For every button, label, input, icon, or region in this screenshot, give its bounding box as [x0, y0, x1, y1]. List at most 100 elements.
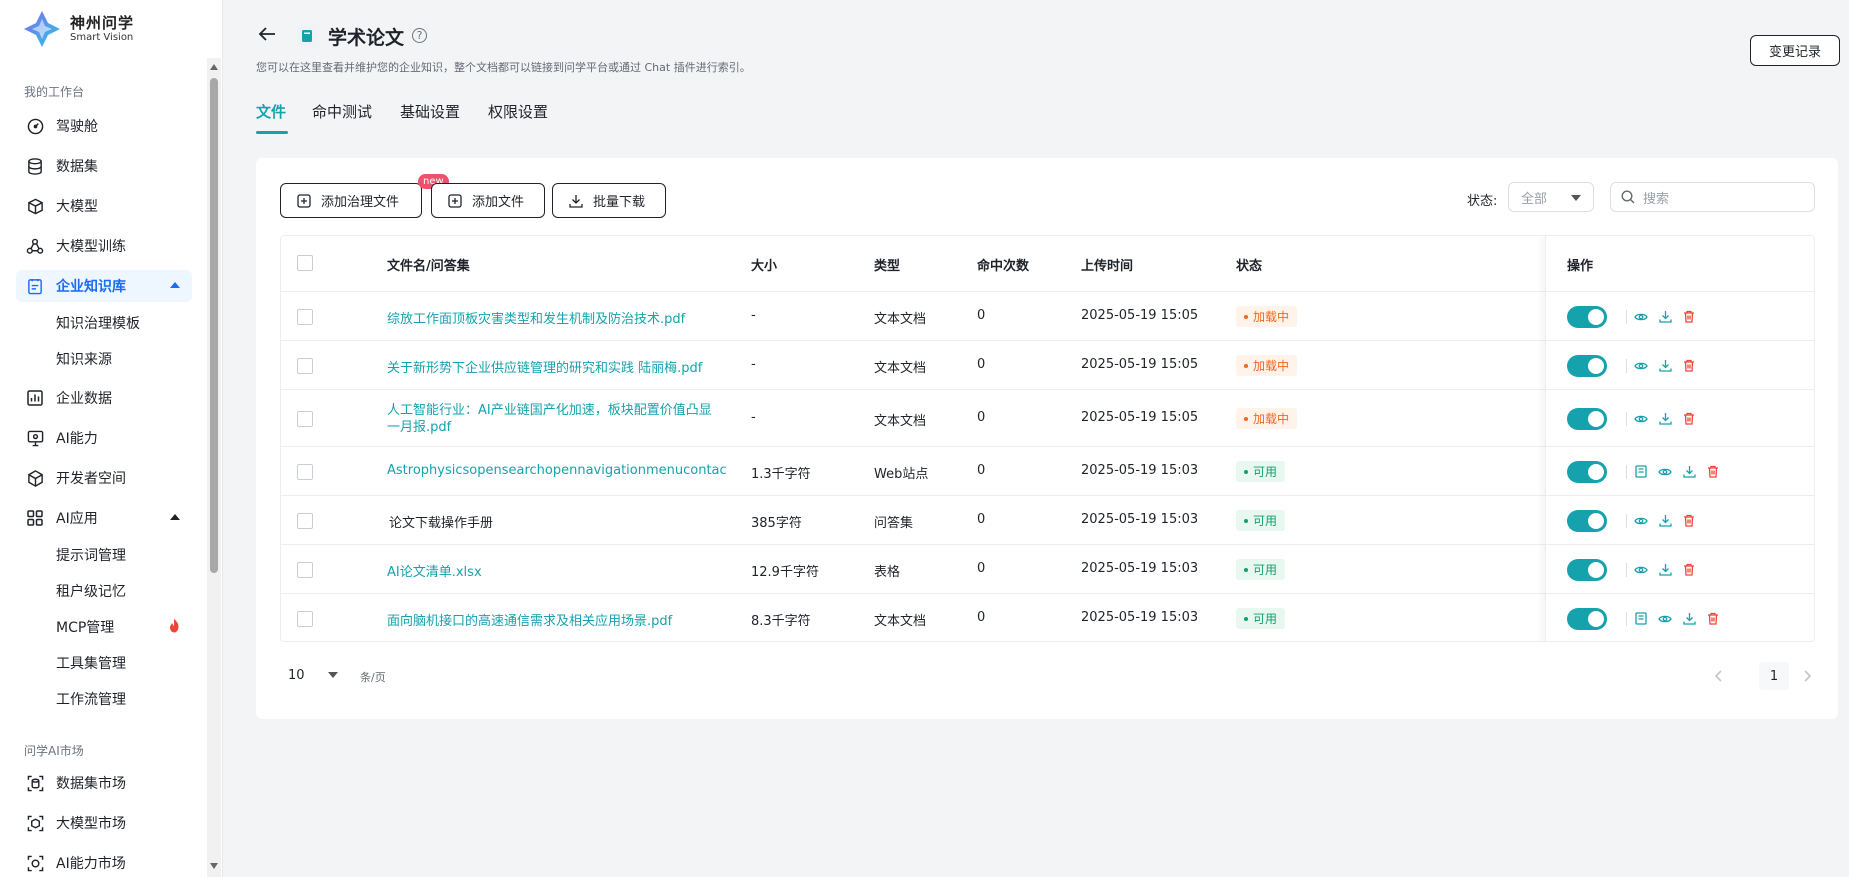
hit-count: 0 — [977, 307, 986, 323]
row-checkbox[interactable] — [297, 308, 313, 325]
delete-icon[interactable] — [1681, 309, 1697, 325]
view-icon[interactable] — [1633, 562, 1649, 578]
batch-download-button[interactable]: 批量下载 — [552, 183, 666, 218]
sidebar-item-label: 大模型市场 — [56, 816, 126, 832]
download-icon[interactable] — [1657, 309, 1673, 325]
delete-icon[interactable] — [1705, 464, 1721, 480]
brand-logo[interactable]: 神州问学 Smart Vision — [22, 8, 134, 50]
page-size-select[interactable]: 10 — [280, 661, 344, 689]
view-icon[interactable] — [1633, 358, 1649, 374]
download-icon[interactable] — [1681, 611, 1697, 627]
file-name-link[interactable]: 关于新形势下企业供应链管理的研究和实践 陆丽梅.pdf — [387, 357, 702, 376]
download-icon[interactable] — [1681, 464, 1697, 480]
enable-toggle[interactable] — [1567, 558, 1607, 581]
sidebar-item-ability-market[interactable]: AI能力市场 — [16, 847, 192, 877]
ability-market-icon — [26, 854, 44, 872]
scroll-down-icon[interactable] — [210, 863, 218, 869]
status-filter-select[interactable]: 全部 — [1508, 182, 1594, 212]
upload-time: 2025-05-19 15:03 — [1081, 560, 1199, 576]
sidebar-subitem-tenant-memory[interactable]: 租户级记忆 — [56, 581, 126, 601]
enable-toggle[interactable] — [1567, 509, 1607, 532]
sidebar-item-developer-space[interactable]: 开发者空间 — [16, 462, 192, 494]
file-name-link[interactable]: AI论文清单.xlsx — [387, 561, 482, 580]
delete-icon[interactable] — [1681, 562, 1697, 578]
file-name-link[interactable]: 人工智能行业：AI产业链国产化加速，板块配置价值凸显 一月报.pdf — [387, 402, 712, 436]
sidebar-item-model-market[interactable]: 大模型市场 — [16, 807, 192, 839]
download-icon[interactable] — [1657, 513, 1673, 529]
view-icon[interactable] — [1657, 611, 1673, 627]
download-icon[interactable] — [1657, 411, 1673, 427]
add-file-button[interactable]: 添加文件 — [431, 183, 545, 218]
back-arrow-icon[interactable] — [258, 26, 276, 47]
edit-icon[interactable] — [1633, 611, 1649, 627]
row-checkbox[interactable] — [297, 561, 313, 578]
view-icon[interactable] — [1633, 513, 1649, 529]
enable-toggle[interactable] — [1567, 460, 1607, 483]
next-page-icon[interactable] — [1804, 668, 1812, 686]
delete-icon[interactable] — [1681, 358, 1697, 374]
row-checkbox[interactable] — [297, 410, 313, 427]
scroll-up-icon[interactable] — [210, 64, 218, 70]
status-dot — [1244, 470, 1248, 474]
sidebar-item-knowledge-base[interactable]: 企业知识库 — [16, 270, 192, 302]
sidebar-item-enterprise-data[interactable]: 企业数据 — [16, 382, 192, 414]
file-name-link[interactable]: 面向脑机接口的高速通信需求及相关应用场景.pdf — [387, 610, 672, 629]
edit-icon[interactable] — [1633, 464, 1649, 480]
sidebar-item-ai-ability[interactable]: AI能力 — [16, 422, 192, 454]
row-checkbox[interactable] — [297, 512, 313, 529]
sidebar-item-dashboard[interactable]: 驾驶舱 — [16, 110, 192, 142]
sidebar-item-label: AI应用 — [56, 511, 98, 527]
row-checkbox[interactable] — [297, 463, 313, 480]
sidebar-subitem-mcp-management[interactable]: MCP管理 — [56, 617, 114, 637]
sidebar-item-label: AI能力 — [56, 431, 98, 447]
enable-toggle[interactable] — [1567, 607, 1607, 630]
download-icon[interactable] — [1657, 358, 1673, 374]
page-number-current[interactable]: 1 — [1759, 662, 1789, 690]
help-icon[interactable]: ? — [412, 28, 427, 43]
tab-permission-settings[interactable]: 权限设置 — [488, 101, 548, 122]
tab-files[interactable]: 文件 — [256, 101, 286, 122]
select-all-checkbox[interactable] — [297, 255, 313, 271]
status-text: 加载中 — [1253, 411, 1290, 426]
sidebar-item-dataset[interactable]: 数据集 — [16, 150, 192, 182]
sidebar-subitem-workflow-management[interactable]: 工作流管理 — [56, 689, 126, 709]
scrollbar-thumb[interactable] — [210, 78, 218, 573]
enable-toggle[interactable] — [1567, 305, 1607, 328]
sidebar-item-label: 企业知识库 — [56, 279, 126, 295]
view-icon[interactable] — [1633, 309, 1649, 325]
caret-down-icon — [1571, 195, 1581, 201]
file-name-line: 人工智能行业：AI产业链国产化加速，板块配置价值凸显 — [387, 402, 712, 418]
file-name-link[interactable]: Astrophysicsopensearchopennavigationmenu… — [387, 463, 727, 478]
sidebar-item-model[interactable]: 大模型 — [16, 190, 192, 222]
search-input[interactable]: 搜索 — [1610, 182, 1815, 212]
enable-toggle[interactable] — [1567, 354, 1607, 377]
sidebar-subitem-governance-template[interactable]: 知识治理模板 — [56, 313, 140, 333]
sidebar-item-ai-apps[interactable]: AI应用 — [16, 502, 192, 534]
sidebar-item-model-training[interactable]: 大模型训练 — [16, 230, 192, 262]
view-icon[interactable] — [1657, 464, 1673, 480]
tab-basic-settings[interactable]: 基础设置 — [400, 101, 460, 122]
sidebar-scrollbar[interactable] — [207, 58, 221, 877]
database-icon — [26, 157, 44, 175]
sidebar-subitem-toolset-management[interactable]: 工具集管理 — [56, 653, 126, 673]
add-governance-file-button[interactable]: 添加治理文件 new — [280, 174, 449, 218]
status-badge: 可用 — [1236, 607, 1286, 629]
download-icon[interactable] — [1657, 562, 1673, 578]
sidebar-subitem-knowledge-source[interactable]: 知识来源 — [56, 349, 112, 369]
sidebar-item-dataset-market[interactable]: 数据集市场 — [16, 767, 192, 799]
sidebar-subitem-prompt-management[interactable]: 提示词管理 — [56, 545, 126, 565]
delete-icon[interactable] — [1681, 411, 1697, 427]
search-icon — [1621, 190, 1635, 204]
delete-icon[interactable] — [1705, 611, 1721, 627]
status-text: 加载中 — [1253, 358, 1290, 373]
row-checkbox[interactable] — [297, 357, 313, 374]
file-size: 8.3千字符 — [751, 613, 811, 629]
file-name-link[interactable]: 综放工作面顶板灾害类型和发生机制及防治技术.pdf — [387, 308, 685, 327]
changelog-button[interactable]: 变更记录 — [1750, 35, 1840, 66]
row-checkbox[interactable] — [297, 610, 313, 627]
delete-icon[interactable] — [1681, 513, 1697, 529]
view-icon[interactable] — [1633, 411, 1649, 427]
enable-toggle[interactable] — [1567, 407, 1607, 430]
tab-hit-test[interactable]: 命中测试 — [312, 101, 372, 122]
prev-page-icon[interactable] — [1714, 668, 1722, 686]
